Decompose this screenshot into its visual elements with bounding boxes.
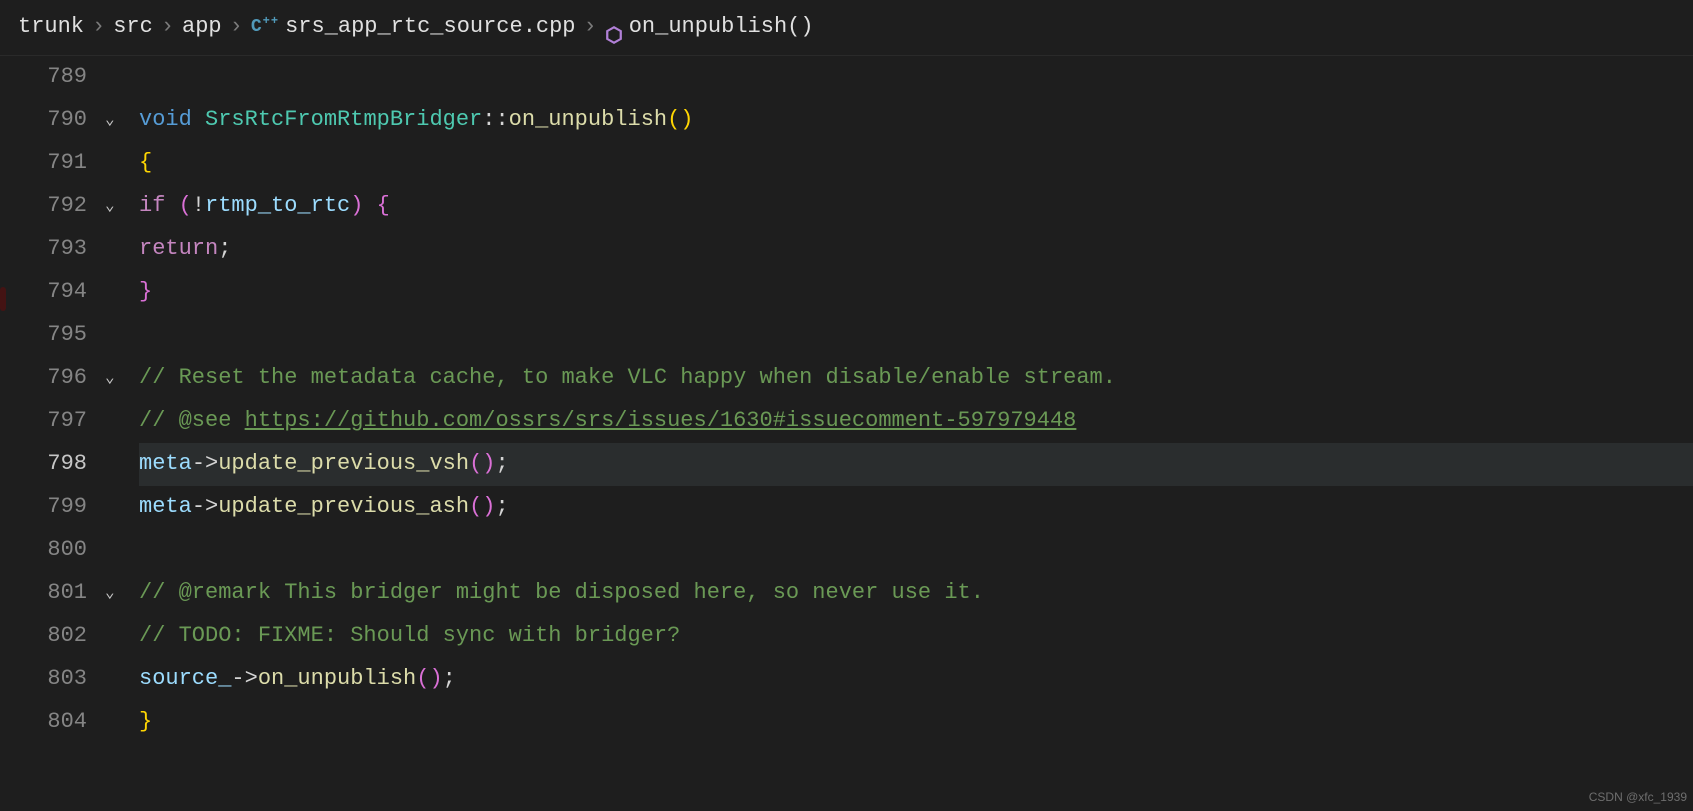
code-line[interactable] [139, 314, 1693, 357]
breadcrumb-item-src[interactable]: src [113, 6, 153, 49]
line-number[interactable]: 804 [0, 701, 87, 744]
fold-toggle [105, 314, 139, 357]
breadcrumb-item-app[interactable]: app [182, 6, 222, 49]
code-line[interactable]: meta->update_previous_vsh(); [139, 443, 1693, 486]
watermark-text: CSDN @xfc_1939 [1589, 786, 1687, 809]
code-line[interactable]: return; [139, 228, 1693, 271]
fold-toggle [105, 228, 139, 271]
fold-toggle [105, 142, 139, 185]
fold-toggle [105, 443, 139, 486]
breadcrumb-separator: › [230, 6, 243, 49]
fold-toggle [105, 56, 139, 99]
code-line[interactable]: // Reset the metadata cache, to make VLC… [139, 357, 1693, 400]
code-line[interactable]: void SrsRtcFromRtmpBridger::on_unpublish… [139, 99, 1693, 142]
fold-toggle[interactable]: ⌄ [105, 99, 139, 142]
chevron-down-icon[interactable]: ⌄ [105, 191, 115, 222]
line-number[interactable]: 792 [0, 185, 87, 228]
line-number[interactable]: 793 [0, 228, 87, 271]
breadcrumb-separator: › [161, 6, 174, 49]
code-editor[interactable]: 7897907917927937947957967977987998008018… [0, 56, 1693, 811]
line-number[interactable]: 797 [0, 400, 87, 443]
breadcrumb-separator: › [92, 6, 105, 49]
breadcrumb-label: srs_app_rtc_source.cpp [285, 6, 575, 49]
fold-toggle [105, 615, 139, 658]
fold-toggle[interactable]: ⌄ [105, 572, 139, 615]
code-line[interactable]: source_->on_unpublish(); [139, 658, 1693, 701]
fold-toggle [105, 271, 139, 314]
breakpoint-indicator [0, 287, 6, 311]
fold-gutter[interactable]: ⌄ ⌄ ⌄ ⌄ [105, 56, 139, 811]
line-number-gutter[interactable]: 7897907917927937947957967977987998008018… [0, 56, 105, 811]
chevron-down-icon[interactable]: ⌄ [105, 105, 115, 136]
fold-toggle [105, 400, 139, 443]
breadcrumb-separator: › [584, 6, 597, 49]
breadcrumb-item-trunk[interactable]: trunk [18, 6, 84, 49]
code-line[interactable]: } [139, 271, 1693, 314]
code-line[interactable]: // @see https://github.com/ossrs/srs/iss… [139, 400, 1693, 443]
fold-toggle [105, 529, 139, 572]
line-number[interactable]: 789 [0, 56, 87, 99]
line-number[interactable]: 800 [0, 529, 87, 572]
fold-toggle [105, 486, 139, 529]
line-number[interactable]: 802 [0, 615, 87, 658]
line-number[interactable]: 803 [0, 658, 87, 701]
cpp-file-icon: C++ [251, 10, 279, 45]
code-line[interactable]: // @remark This bridger might be dispose… [139, 572, 1693, 615]
fold-toggle[interactable]: ⌄ [105, 357, 139, 400]
line-number[interactable]: 801 [0, 572, 87, 615]
fold-toggle [105, 701, 139, 744]
code-line[interactable]: meta->update_previous_ash(); [139, 486, 1693, 529]
code-line[interactable] [139, 56, 1693, 99]
code-area[interactable]: void SrsRtcFromRtmpBridger::on_unpublish… [139, 56, 1693, 811]
line-number[interactable]: 794 [0, 271, 87, 314]
code-line[interactable]: } [139, 701, 1693, 744]
breadcrumb-label: app [182, 6, 222, 49]
line-number[interactable]: 791 [0, 142, 87, 185]
line-number[interactable]: 790 [0, 99, 87, 142]
breadcrumb-label: trunk [18, 6, 84, 49]
code-line[interactable] [139, 529, 1693, 572]
chevron-down-icon[interactable]: ⌄ [105, 363, 115, 394]
breadcrumb-item-file[interactable]: C++ srs_app_rtc_source.cpp [251, 6, 576, 49]
fold-toggle[interactable]: ⌄ [105, 185, 139, 228]
breadcrumb-bar: trunk › src › app › C++ srs_app_rtc_sour… [0, 0, 1693, 56]
line-number[interactable]: 796 [0, 357, 87, 400]
breadcrumb-item-symbol[interactable]: on_unpublish() [605, 6, 814, 49]
code-line[interactable]: { [139, 142, 1693, 185]
method-icon [605, 18, 623, 36]
line-number[interactable]: 799 [0, 486, 87, 529]
breadcrumb-label: on_unpublish() [629, 6, 814, 49]
chevron-down-icon[interactable]: ⌄ [105, 578, 115, 609]
fold-toggle [105, 658, 139, 701]
line-number[interactable]: 795 [0, 314, 87, 357]
code-line[interactable]: if (!rtmp_to_rtc) { [139, 185, 1693, 228]
line-number[interactable]: 798 [0, 443, 87, 486]
breadcrumb-label: src [113, 6, 153, 49]
code-line[interactable]: // TODO: FIXME: Should sync with bridger… [139, 615, 1693, 658]
